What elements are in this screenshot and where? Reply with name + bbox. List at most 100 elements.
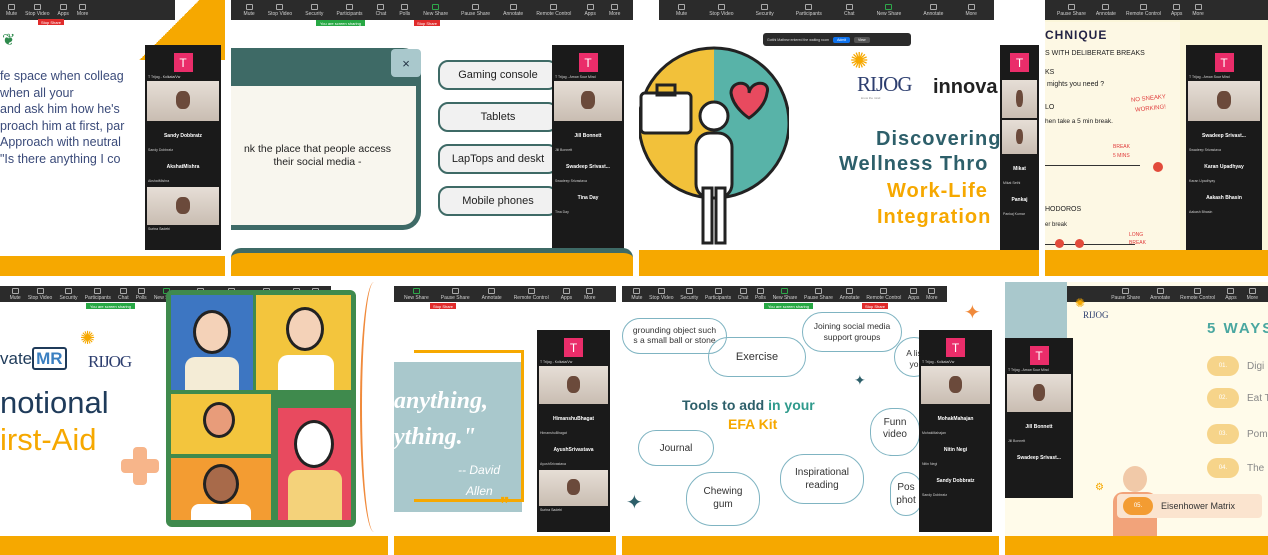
participants-button[interactable]: Participants (336, 3, 363, 17)
security-button[interactable]: Security (756, 3, 774, 17)
zoom-toolbar: Pause Share Annotate Remote Control Apps… (1067, 286, 1268, 302)
participant-name: Jill Bonnett (574, 133, 602, 139)
whiteboard-note: BREAK (1129, 240, 1146, 246)
screen-sharing-banner: You are screen sharing (764, 303, 813, 309)
apps-button[interactable]: Apps (58, 3, 69, 17)
apps-button[interactable]: Apps (1225, 287, 1237, 301)
annotate-button[interactable]: Annotate (503, 3, 523, 17)
more-button[interactable]: More (609, 3, 620, 17)
stop-share-button[interactable]: Stop Share (862, 303, 889, 309)
participant-label: Tina Day (555, 210, 569, 214)
new-share-button[interactable]: New Share (877, 3, 901, 17)
annotate-button[interactable]: Annotate (1096, 3, 1116, 17)
annotate-button[interactable]: Annotate (923, 3, 943, 17)
apps-button[interactable]: Apps (1171, 3, 1182, 17)
participant-label: T Trijog - Kolkata/Vw (922, 360, 955, 364)
whiteboard-note: 5 MINS (1113, 153, 1130, 159)
security-button[interactable]: Security (59, 287, 78, 301)
close-icon[interactable]: × (391, 49, 421, 77)
tile-1-meeting-screen: Mute Stop Video Apps More Stop Share ❦ f… (0, 0, 225, 276)
whiteboard-note: BREAK (1113, 144, 1130, 150)
new-share-button[interactable]: New Share (773, 287, 797, 301)
participant-video (1002, 80, 1037, 118)
new-share-button[interactable]: New Share (423, 3, 448, 17)
annotate-button[interactable]: Annotate (840, 287, 860, 301)
annotate-button[interactable]: Annotate (1150, 287, 1170, 301)
stop-share-button[interactable]: Stop Share (430, 303, 457, 309)
slide-title-line: irst-Aid (0, 422, 97, 457)
remote-control-button[interactable]: Remote Control (1126, 3, 1161, 17)
mute-button[interactable]: Mute (631, 287, 642, 301)
whiteboard-text: er break (1045, 222, 1068, 228)
polls-button[interactable]: Polls (399, 3, 410, 17)
item-number-badge: 04. (1207, 458, 1239, 478)
option-tablets[interactable]: Tablets (438, 102, 558, 132)
item-text: Eat T (1247, 393, 1268, 404)
avatar: T (173, 53, 193, 72)
tomato-icon (1075, 239, 1084, 248)
item-positive-photos: Pos phot (890, 472, 922, 516)
mute-button[interactable]: Mute (6, 3, 17, 17)
pause-share-button[interactable]: Pause Share (1111, 287, 1140, 301)
stop-video-button[interactable]: Stop Video (28, 287, 52, 301)
security-button[interactable]: Security (680, 287, 698, 301)
pause-share-button[interactable]: Pause Share (804, 287, 833, 301)
more-button[interactable]: More (926, 287, 938, 301)
remote-control-button[interactable]: Remote Control (536, 3, 571, 17)
chat-button[interactable]: Chat (844, 3, 855, 17)
pause-share-button[interactable]: Pause Share (461, 3, 490, 17)
participants-button[interactable]: Participants (85, 287, 111, 301)
stop-video-button[interactable]: Stop Video (649, 287, 674, 301)
pause-share-button[interactable]: Pause Share (441, 287, 470, 301)
pause-share-button[interactable]: Pause Share (1057, 3, 1086, 17)
view-button[interactable]: View (854, 36, 870, 43)
remote-control-button[interactable]: Remote Control (514, 287, 549, 301)
new-share-button[interactable]: New Share (404, 287, 429, 301)
mute-button[interactable]: Mute (676, 3, 687, 17)
stop-video-button[interactable]: Stop Video (268, 3, 292, 17)
participant-panel: T T Trijog - Arrow Sour Mind Jill Bonnet… (552, 45, 624, 250)
zoom-toolbar: Mute Stop Video Security Participants Ch… (622, 286, 947, 302)
stop-video-button[interactable]: Stop Video (709, 3, 734, 17)
timeline-line (1045, 165, 1140, 166)
mute-button[interactable]: Mute (10, 287, 21, 301)
remote-control-button[interactable]: Remote Control (866, 287, 901, 301)
option-laptops[interactable]: LapTops and deskt (438, 144, 558, 174)
participants-button[interactable]: Participants (705, 287, 731, 301)
participant-name: Karan Upadhyay (1204, 164, 1244, 170)
polls-button[interactable]: Polls (755, 287, 766, 301)
polls-button[interactable]: Polls (136, 287, 147, 301)
more-button[interactable]: More (965, 3, 977, 17)
participant-video (147, 187, 219, 225)
mute-button[interactable]: Mute (244, 3, 255, 17)
stop-video-button[interactable]: Stop Video (25, 3, 50, 17)
slide-footer-bar (622, 536, 999, 555)
security-button[interactable]: Security (305, 3, 323, 17)
tile-6-meeting-screen: New Share Pause Share Annotate Remote Co… (394, 282, 616, 555)
more-button[interactable]: More (1192, 3, 1204, 17)
stop-share-button[interactable]: Stop Share (38, 19, 65, 25)
option-gaming-console[interactable]: Gaming console (438, 60, 558, 90)
more-button[interactable]: More (77, 3, 88, 17)
apps-button[interactable]: Apps (908, 287, 919, 301)
item-inspirational-reading: Inspirational reading (780, 454, 864, 504)
remote-control-button[interactable]: Remote Control (1180, 287, 1215, 301)
option-mobile-phones[interactable]: Mobile phones (438, 186, 558, 216)
chat-button[interactable]: Chat (376, 3, 386, 17)
whiteboard-note: NO SNEAKY (1130, 94, 1167, 104)
participant-panel: T T Trijog - Kolkata/Vw HimanshuBhagat H… (537, 330, 610, 532)
work-life-balance-illustration (639, 46, 789, 245)
apps-button[interactable]: Apps (561, 287, 572, 301)
chat-button[interactable]: Chat (118, 287, 129, 301)
sparkle-icon: ✦ (626, 492, 643, 514)
apps-button[interactable]: Apps (584, 3, 596, 17)
participants-button[interactable]: Participants (796, 3, 822, 17)
admit-button[interactable]: Admit (833, 36, 851, 43)
more-button[interactable]: More (584, 287, 596, 301)
annotate-button[interactable]: Annotate (482, 287, 502, 301)
stop-share-button[interactable]: Stop Share (414, 20, 441, 26)
chat-button[interactable]: Chat (738, 287, 748, 301)
more-button[interactable]: More (1247, 287, 1258, 301)
efa-title-line-2: EFA Kit (728, 416, 778, 432)
office-illustration (1005, 282, 1067, 342)
